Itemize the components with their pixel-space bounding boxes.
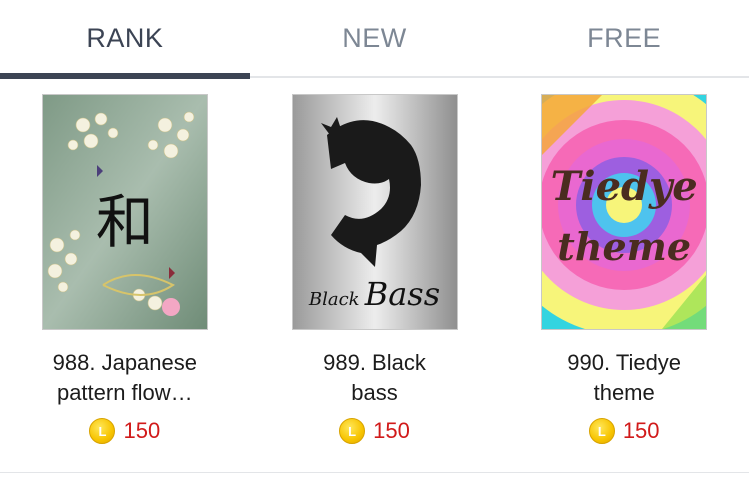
- price: L 150: [588, 418, 660, 444]
- theme-thumbnail[interactable]: Tiedye theme: [541, 94, 708, 330]
- theme-title: 990. Tiedye theme: [524, 348, 724, 408]
- theme-title-line2: bass: [351, 380, 398, 405]
- tab-bar: RANK NEW FREE: [0, 0, 749, 78]
- price-value: 150: [622, 418, 660, 443]
- theme-title-line1: 989. Black: [323, 350, 426, 375]
- thumb-title: Tiedye theme: [542, 157, 706, 277]
- thumb-caption-large: Bass: [364, 275, 441, 313]
- theme-card-japanese[interactable]: 和 988. Japanese pattern flow… L 150: [0, 94, 250, 444]
- coin-icon: L: [588, 418, 615, 444]
- thumb-caption-small: Black: [308, 289, 360, 310]
- theme-grid: 和 988. Japanese pattern flow… L 150 Blac…: [0, 94, 749, 444]
- theme-title: 988. Japanese pattern flow…: [25, 348, 225, 408]
- theme-title: 989. Black bass: [275, 348, 475, 408]
- thumb-caption: Black Bass: [293, 275, 457, 313]
- theme-thumbnail[interactable]: Black Bass: [291, 94, 458, 330]
- tab-new[interactable]: NEW: [250, 0, 500, 76]
- theme-thumbnail[interactable]: 和: [41, 94, 208, 330]
- thumb-title-line1: Tiedye: [550, 163, 698, 210]
- thumb-title-line2: theme: [557, 224, 692, 269]
- coin-icon: L: [89, 418, 116, 444]
- price-value: 150: [123, 418, 161, 443]
- theme-title-line2: pattern flow…: [56, 380, 193, 405]
- price-value: 150: [373, 418, 410, 443]
- theme-title-line2: theme: [593, 380, 655, 405]
- thumb-kanji: 和: [95, 188, 154, 256]
- theme-title-line1: 988. Japanese: [52, 350, 197, 375]
- coin-icon: L: [339, 418, 366, 444]
- divider: [0, 472, 749, 473]
- theme-card-black-bass[interactable]: Black Bass 989. Black bass L 150: [250, 94, 500, 444]
- tab-free[interactable]: FREE: [499, 0, 749, 76]
- price: L 150: [89, 418, 160, 444]
- tab-rank[interactable]: RANK: [0, 0, 250, 76]
- theme-card-tiedye[interactable]: Tiedye theme 990. Tiedye theme L 150: [499, 94, 749, 444]
- theme-title-line1: 990. Tiedye: [567, 350, 682, 375]
- price: L 150: [339, 418, 410, 444]
- active-tab-indicator: [0, 73, 250, 79]
